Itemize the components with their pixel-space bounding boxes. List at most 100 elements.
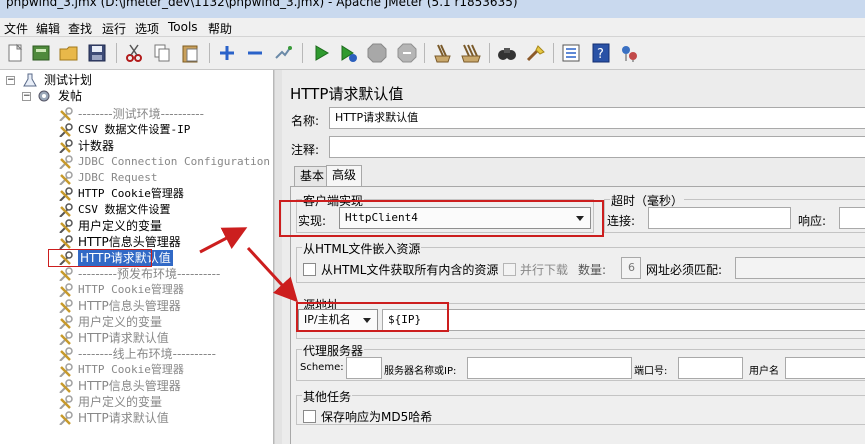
- proxy-username-label: 用户名: [749, 366, 779, 377]
- search-icon[interactable]: [496, 42, 518, 64]
- embedded-resources-legend: 从HTML文件嵌入资源: [302, 240, 422, 257]
- menu-file[interactable]: 文件: [4, 20, 28, 37]
- tree-item-label: --------测试环境----------: [78, 107, 204, 121]
- response-timeout-field[interactable]: [839, 207, 865, 229]
- md5-label: 保存响应为MD5哈希: [321, 410, 433, 424]
- parallel-count-label: 数量:: [578, 263, 607, 277]
- toggle-icon[interactable]: [272, 42, 294, 64]
- comment-label: 注释:: [291, 143, 320, 157]
- save-icon[interactable]: [86, 42, 108, 64]
- config-element-icon: [59, 315, 73, 329]
- config-element-icon: [59, 283, 73, 297]
- tree-item-label: HTTP请求默认值: [78, 331, 169, 345]
- config-element-icon: [59, 347, 73, 361]
- menu-run[interactable]: 运行: [102, 20, 126, 37]
- collapse-toggle-icon[interactable]: −: [6, 76, 15, 85]
- annotation-box-tree-selection: [48, 249, 152, 267]
- proxy-host-label: 服务器名称或IP:: [384, 366, 457, 377]
- open-icon[interactable]: [58, 42, 80, 64]
- name-field[interactable]: HTTP请求默认值: [329, 107, 865, 129]
- split-pane-divider[interactable]: [274, 70, 282, 444]
- window-title: phpwind_3.jmx (D:\jmeter_dev\1132\phpwin…: [6, 0, 518, 9]
- gear-icon: [38, 90, 50, 102]
- response-timeout-label: 响应:: [798, 214, 827, 228]
- parallel-download-checkbox[interactable]: [503, 263, 516, 276]
- config-element-icon: [59, 411, 73, 425]
- expand-icon[interactable]: [216, 42, 238, 64]
- toolbar-separator: [424, 43, 425, 63]
- start-icon[interactable]: [310, 42, 332, 64]
- comment-field[interactable]: [329, 136, 865, 158]
- proxy-host-field[interactable]: [467, 357, 632, 379]
- config-element-icon: [59, 187, 73, 201]
- copy-icon[interactable]: [151, 42, 173, 64]
- annotation-box-source-address: [296, 302, 449, 332]
- annotation-box-client-impl: [279, 200, 604, 237]
- menu-options[interactable]: 选项: [135, 20, 159, 37]
- tree-thread-group-label: 发帖: [58, 89, 83, 103]
- tree-item-label: JDBC Request: [78, 171, 158, 184]
- md5-checkbox[interactable]: [303, 410, 316, 423]
- config-element-icon: [59, 299, 73, 313]
- proxy-scheme-label: Scheme:: [300, 362, 344, 373]
- paste-icon[interactable]: [179, 42, 201, 64]
- menu-edit[interactable]: 编辑: [36, 20, 60, 37]
- toolbar: ?: [0, 37, 865, 70]
- tab-basic[interactable]: 基本: [294, 166, 331, 186]
- toolbar-separator: [553, 43, 554, 63]
- tree-item-label: HTTP信息头管理器: [78, 235, 181, 249]
- tree-item-label: --------线上布环境----------: [78, 347, 216, 361]
- config-element-icon: [59, 395, 73, 409]
- url-match-field[interactable]: [735, 257, 865, 279]
- templates-icon[interactable]: [30, 42, 52, 64]
- tree-item-label: 计数器: [78, 139, 115, 153]
- menu-search[interactable]: 查找: [68, 20, 92, 37]
- config-element-icon: [59, 107, 73, 121]
- function-helper-icon[interactable]: [560, 42, 582, 64]
- name-label: 名称:: [291, 114, 320, 128]
- tree-item-label: 用户定义的变量: [78, 315, 163, 329]
- menu-help[interactable]: 帮助: [208, 20, 232, 37]
- tree-item-label: HTTP请求默认值: [78, 411, 169, 425]
- proxy-username-field[interactable]: [785, 357, 865, 379]
- tree-item-label: HTTP信息头管理器: [78, 379, 181, 393]
- menu-tools[interactable]: Tools: [168, 20, 198, 34]
- reset-search-icon[interactable]: [524, 42, 546, 64]
- config-element-icon: [59, 363, 73, 377]
- url-match-label: 网址必须匹配:: [646, 263, 723, 277]
- config-element-icon: [59, 123, 73, 137]
- config-element-icon: [59, 171, 73, 185]
- toolbar-separator: [209, 43, 210, 63]
- clear-all-icon[interactable]: [460, 42, 482, 64]
- other-tasks-legend: 其他任务: [302, 388, 353, 405]
- tree-item-label: HTTP信息头管理器: [78, 299, 181, 313]
- toolbar-separator: [116, 43, 117, 63]
- proxy-scheme-field[interactable]: [346, 357, 382, 379]
- collapse-toggle-icon[interactable]: −: [22, 92, 31, 101]
- retrieve-resources-checkbox[interactable]: [303, 263, 316, 276]
- toolbar-separator: [302, 43, 303, 63]
- remote-icon[interactable]: [618, 42, 640, 64]
- connect-timeout-label: 连接:: [607, 214, 636, 228]
- config-element-icon: [59, 331, 73, 345]
- new-icon[interactable]: [4, 42, 26, 64]
- start-no-pause-icon[interactable]: [337, 42, 359, 64]
- tree-item-label: HTTP Cookie管理器: [78, 283, 184, 296]
- source-address-field[interactable]: ${IP}: [382, 309, 865, 331]
- proxy-port-field[interactable]: [678, 357, 743, 379]
- cut-icon[interactable]: [123, 42, 145, 64]
- collapse-icon[interactable]: [244, 42, 266, 64]
- config-element-icon: [59, 267, 73, 281]
- tree-root-label: 测试计划: [44, 73, 93, 87]
- parallel-count-field[interactable]: 6: [621, 257, 641, 279]
- tab-advanced[interactable]: 高级: [326, 165, 363, 186]
- config-element-icon: [59, 235, 73, 249]
- tree-item-label: ---------预发布环境----------: [78, 267, 221, 281]
- menu-bar: 文件 编辑 查找 运行 选项 Tools 帮助: [0, 18, 865, 37]
- shutdown-icon[interactable]: [396, 42, 418, 64]
- connect-timeout-field[interactable]: [648, 207, 791, 229]
- tree-item-label: HTTP Cookie管理器: [78, 187, 184, 200]
- clear-icon[interactable]: [432, 42, 454, 64]
- stop-icon[interactable]: [366, 42, 388, 64]
- help-icon[interactable]: ?: [590, 42, 612, 64]
